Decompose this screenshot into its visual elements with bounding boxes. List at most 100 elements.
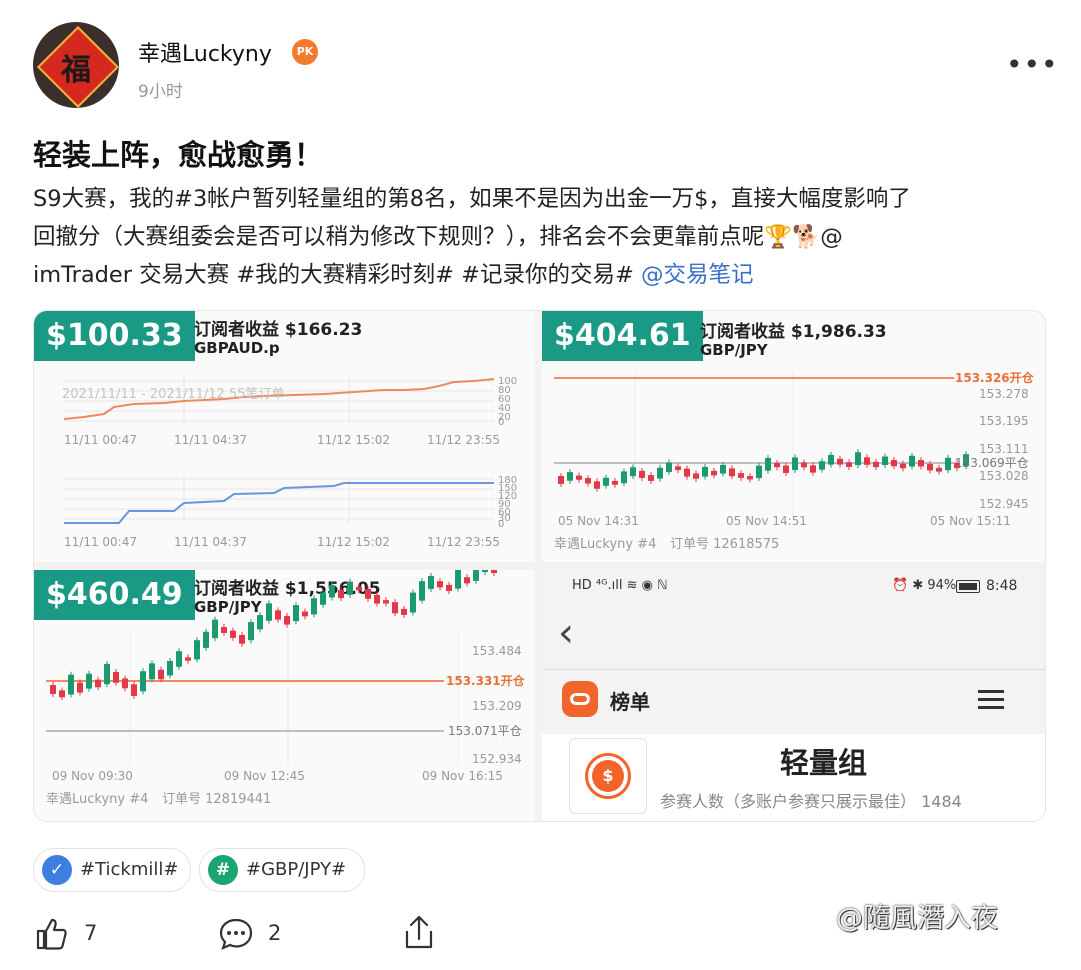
comment-icon[interactable] [218, 916, 254, 952]
y-tick: 0 [498, 417, 504, 428]
share-icon[interactable] [402, 914, 436, 952]
candle [702, 466, 708, 477]
candle [473, 570, 479, 581]
more-options-icon[interactable]: ••• [1006, 48, 1059, 81]
candle [284, 615, 290, 625]
topic-label: #Tickmill# [80, 859, 179, 880]
candle [792, 457, 798, 470]
like-icon[interactable] [34, 916, 70, 952]
x-tick: 11/11 00:47 [64, 535, 137, 549]
footer-user: 幸遇Luckyny #4 [554, 537, 656, 552]
candle [747, 475, 753, 480]
candle [927, 463, 933, 471]
candle [320, 592, 326, 605]
topic-pill-gbpjpy[interactable]: # #GBP/JPY# [199, 848, 365, 892]
participant-count: 参赛人数（多账户参赛只展示最佳） 1484 [660, 792, 962, 811]
candle [140, 671, 146, 692]
candle [68, 674, 74, 695]
footer-order: 订单号 12819441 [162, 792, 271, 807]
candle [819, 461, 825, 470]
image-grid[interactable]: $100.33 订阅者收益 $166.23 GBPAUD.p 11/11 00:… [33, 310, 1046, 822]
candle [356, 586, 362, 591]
candle [257, 615, 263, 630]
body-hashtags[interactable]: imTrader 交易大赛 #我的大赛精彩时刻# #记录你的交易# [33, 262, 641, 288]
candle [374, 594, 380, 604]
candle [491, 570, 497, 574]
x-tick: 11/12 15:02 [317, 535, 390, 549]
back-icon[interactable]: ‹ [558, 610, 574, 656]
candle [693, 473, 699, 479]
topic-pill-tickmill[interactable]: ✓ #Tickmill# [33, 848, 191, 892]
candle [77, 682, 83, 693]
candle [446, 584, 452, 592]
y-tick: 0 [498, 519, 504, 530]
candle [392, 602, 398, 614]
footer-order: 订单号 12618575 [670, 537, 779, 552]
menu-icon[interactable] [978, 690, 1004, 709]
candle [365, 589, 371, 599]
x-tick: 11/11 04:37 [174, 433, 247, 447]
candle [756, 465, 762, 479]
equity-charts: 11/11 00:47 11/11 04:37 11/12 15:02 11/1… [62, 376, 517, 549]
candle [185, 657, 191, 661]
close-price-label: 153.071平仓 [448, 724, 522, 738]
candle [909, 455, 915, 467]
candle [846, 462, 852, 467]
candle [113, 672, 119, 683]
candle [783, 465, 789, 473]
candle [918, 460, 924, 467]
candle [666, 462, 672, 473]
status-clock: 8:48 [986, 578, 1018, 594]
x-tick: 09 Nov 12:45 [224, 769, 305, 783]
candle [50, 685, 56, 694]
x-tick: 09 Nov 16:15 [422, 769, 503, 783]
image-panel-3[interactable]: $460.49 订阅者收益 $1,556.05 GBP/JPY 153.484 … [34, 570, 535, 821]
author-name[interactable]: 幸遇Luckyny [138, 36, 272, 68]
candle [428, 575, 434, 589]
candle [419, 581, 425, 601]
candlestick-chart: 153.326开仓 153.069平仓 153.278 153.195 153.… [554, 370, 1035, 552]
price-tick: 153.195 [979, 414, 1029, 428]
mention-link[interactable]: @交易笔记 [641, 262, 754, 288]
image-panel-2[interactable]: $404.61 订阅者收益 $1,986.33 GBP/JPY 153.326开… [542, 311, 1045, 562]
candle [585, 478, 591, 484]
candle [936, 467, 942, 472]
candle [311, 598, 317, 615]
nav-title: 榜单 [610, 690, 650, 714]
candle [684, 468, 690, 477]
candle [437, 581, 443, 588]
open-price-label: 153.326开仓 [955, 370, 1035, 385]
candle [594, 481, 600, 489]
x-tick: 11/12 15:02 [317, 433, 390, 447]
price-tick: 152.945 [979, 497, 1029, 511]
candle [738, 473, 744, 478]
candle [176, 651, 182, 667]
post-time: 9小时 [138, 82, 183, 102]
avatar-glyph: 福 [61, 53, 91, 88]
chart-axis-labels: 11/11 00:47 11/11 04:37 11/12 15:02 11/1… [62, 376, 517, 549]
image-panel-4[interactable]: HD ⁴ᴳ.ıll ≋ ◉ ℕ ⏰ ✱ 94% 8:48 ‹ 榜单 $ 轻量组 … [542, 570, 1045, 821]
candle [194, 640, 200, 660]
comment-count: 2 [268, 921, 282, 945]
image-panel-1[interactable]: $100.33 订阅者收益 $166.23 GBPAUD.p 11/11 00:… [34, 311, 535, 562]
candle [401, 608, 407, 615]
topic-label: #GBP/JPY# [246, 859, 347, 880]
candle [104, 663, 110, 685]
app-logo-icon [562, 681, 598, 717]
candle [576, 475, 582, 480]
candle [302, 611, 308, 617]
candle [855, 452, 861, 466]
candle [612, 480, 618, 485]
coin-frame: $ [569, 738, 647, 814]
battery-icon [956, 580, 980, 593]
pk-badge-icon: PK [292, 39, 318, 65]
price-tick: 153.278 [979, 387, 1029, 401]
candle [648, 475, 654, 481]
candle [212, 619, 218, 639]
body-line-1: S9大赛，我的#3帐户暂列轻量组的第8名，如果不是因为出金一万$，直接大幅度影响… [33, 186, 911, 212]
avatar[interactable]: 福 [33, 22, 119, 108]
candle [455, 570, 461, 589]
candle [891, 459, 897, 467]
candle [603, 477, 609, 486]
candle [221, 627, 227, 633]
